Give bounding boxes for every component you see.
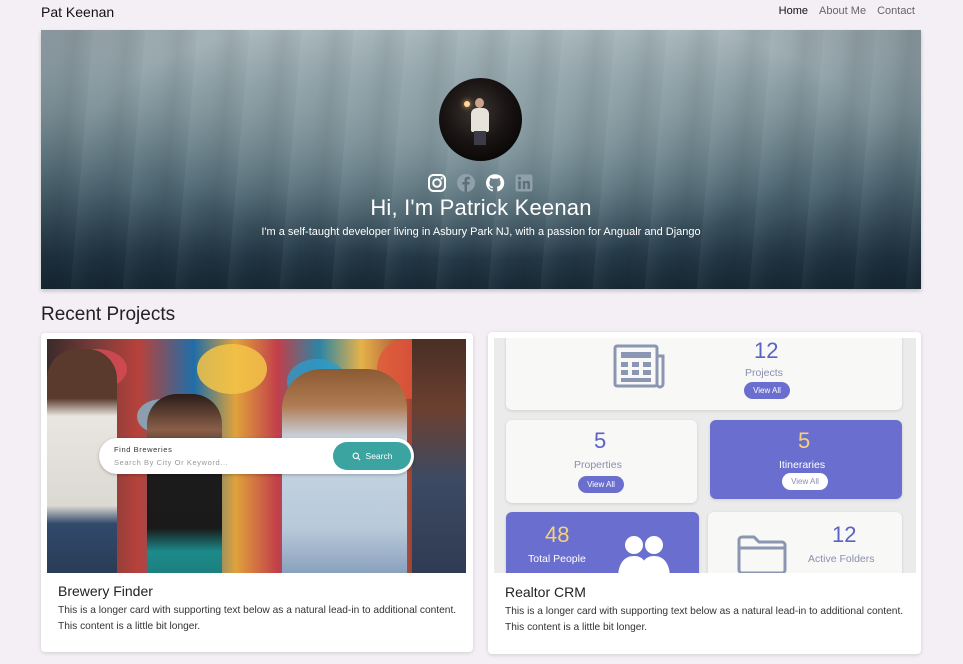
crm-folders-tile: 12 Active Folders <box>708 512 902 573</box>
crm-people-tile: 48 Total People <box>506 512 699 573</box>
avatar-head <box>475 98 484 108</box>
instagram-icon[interactable] <box>427 173 447 193</box>
crm-people-count: 48 <box>545 522 570 547</box>
nav-contact[interactable]: Contact <box>877 5 915 17</box>
github-icon[interactable] <box>485 173 505 193</box>
card-text: This is a longer card with supporting te… <box>58 605 457 632</box>
mural-splat <box>197 344 267 394</box>
crm-properties-tile: 5 Properties View All <box>506 420 697 503</box>
realtor-crm-screenshot[interactable]: 12 Projects View All 5 Properties View A… <box>494 338 916 573</box>
crm-folders-count: 12 <box>832 522 857 547</box>
search-button-label: Search <box>365 451 393 461</box>
brewery-search-bar: Find Breweries Search By City Or Keyword… <box>99 438 414 474</box>
hero-subtitle: I'm a self-taught developer living in As… <box>261 226 701 238</box>
social-links <box>427 173 534 193</box>
crm-properties-label: Properties <box>574 459 622 471</box>
crm-projects-count: 12 <box>754 338 779 363</box>
crm-properties-count: 5 <box>594 428 607 453</box>
hero-banner: Hi, I'm Patrick Keenan I'm a self-taught… <box>41 30 921 289</box>
brewery-finder-screenshot[interactable]: Find Breweries Search By City Or Keyword… <box>47 339 466 573</box>
avatar <box>439 78 522 161</box>
users-icon <box>618 536 670 573</box>
nav-about-me[interactable]: About Me <box>819 5 866 17</box>
card-text: This is a longer card with supporting te… <box>505 606 904 633</box>
hero-title: Hi, I'm Patrick Keenan <box>370 195 592 220</box>
crm-itineraries-label: Itineraries <box>779 459 826 471</box>
nav-links: Home About Me Contact <box>779 5 915 17</box>
card-title[interactable]: Realtor CRM <box>505 584 586 600</box>
crm-projects-label: Projects <box>745 367 783 379</box>
project-card-brewery-finder: Find Breweries Search By City Or Keyword… <box>41 333 473 652</box>
crm-people-label: Total People <box>528 553 586 565</box>
card-title[interactable]: Brewery Finder <box>58 583 153 599</box>
brand-link[interactable]: Pat Keenan <box>41 4 114 20</box>
person-4 <box>412 339 466 573</box>
search-label: Find Breweries <box>114 445 173 454</box>
avatar-body <box>471 108 489 132</box>
navbar: Pat Keenan Home About Me Contact <box>0 0 963 24</box>
crm-folders-label: Active Folders <box>808 553 875 565</box>
crm-projects-view-all: View All <box>744 382 790 399</box>
crm-itineraries-tile: 5 Itineraries View All <box>710 420 902 499</box>
crm-itineraries-view-all: View All <box>782 473 828 490</box>
project-card-realtor-crm: 12 Projects View All 5 Properties View A… <box>488 332 921 654</box>
linkedin-icon[interactable] <box>514 173 534 193</box>
crm-projects-tile: 12 Projects View All <box>506 338 902 410</box>
newspaper-icon <box>613 344 665 389</box>
folder-icon <box>737 535 787 573</box>
facebook-icon[interactable] <box>456 173 476 193</box>
search-placeholder: Search By City Or Keyword... <box>114 458 229 467</box>
nav-home[interactable]: Home <box>779 5 808 17</box>
avatar-figure <box>469 98 491 145</box>
section-title: Recent Projects <box>41 304 176 325</box>
search-icon <box>352 452 361 460</box>
crm-itineraries-count: 5 <box>798 428 811 453</box>
avatar-legs <box>474 131 486 145</box>
crm-properties-view-all: View All <box>578 476 624 493</box>
search-button: Search <box>333 442 411 470</box>
person-2 <box>147 394 222 573</box>
